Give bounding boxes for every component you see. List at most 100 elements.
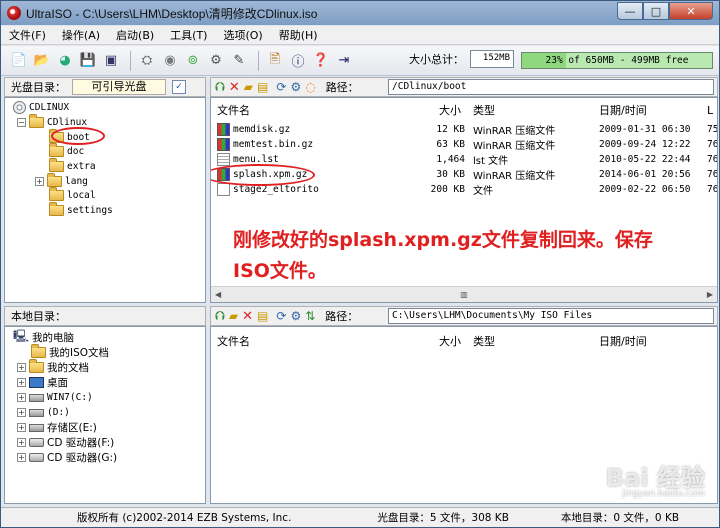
sync-icon[interactable]: ⇅ <box>305 309 315 323</box>
scroll-left-icon[interactable]: ◀ <box>215 290 221 299</box>
delete-icon[interactable]: ✕ <box>229 80 240 95</box>
close-button[interactable]: ✕ <box>669 2 713 20</box>
generic-file-icon <box>217 183 230 196</box>
save-as-icon[interactable]: ▣ <box>101 51 121 71</box>
col-size-header[interactable]: 大小 <box>439 101 461 119</box>
file-row[interactable]: menu.lst 1,464 lst 文件 2010-05-22 22:44 7… <box>217 152 717 167</box>
local-path-field[interactable]: C:\Users\LHM\Documents\My ISO Files <box>388 308 714 324</box>
scroll-right-icon[interactable]: ▶ <box>707 290 713 299</box>
minimize-button[interactable]: — <box>617 2 643 20</box>
col-name-header[interactable]: 文件名 <box>217 332 250 350</box>
tree-item-label: CD 驱动器(F:) <box>47 437 115 449</box>
menu-help[interactable]: 帮助(H) <box>271 27 326 43</box>
tree-item-drive-c[interactable]: + WIN7(C:) <box>17 390 93 405</box>
settings-gear-icon[interactable]: ⚙ <box>290 80 301 94</box>
col-extra-header[interactable]: L <box>707 101 713 119</box>
info-icon[interactable]: ⓘ <box>288 51 308 71</box>
tree-item-local[interactable]: local <box>49 187 96 203</box>
menu-bootable[interactable]: 启动(B) <box>108 27 162 43</box>
file-date: 2014-06-01 20:56 <box>599 169 691 180</box>
tree-item-desktop[interactable]: + 桌面 <box>17 375 68 390</box>
menu-tools[interactable]: 工具(T) <box>162 27 215 43</box>
expand-icon[interactable]: + <box>17 378 26 387</box>
convert-icon[interactable]: ✎ <box>229 51 249 71</box>
expand-icon[interactable]: + <box>17 408 26 417</box>
title-bar[interactable]: UltraISO - C:\Users\LHM\Desktop\清明修改CDli… <box>1 1 719 25</box>
expand-icon[interactable]: + <box>17 438 26 447</box>
col-date-header[interactable]: 日期/时间 <box>599 332 647 350</box>
open-cd-icon[interactable]: ◕ <box>55 51 75 71</box>
extract-icon[interactable]: ⛭ <box>137 51 157 71</box>
capacity-bar[interactable]: 23% of 650MB - 499MB free <box>521 52 713 69</box>
new-folder-icon[interactable]: ▰ <box>244 80 253 94</box>
watermark-text: Bai 经验 <box>605 464 705 492</box>
up-arrow-icon[interactable]: ⮉ <box>215 80 225 95</box>
tree-item-drive-g[interactable]: + CD 驱动器(G:) <box>17 450 117 465</box>
cd-list-hscrollbar[interactable]: ◀ ▥ ▶ <box>211 286 717 302</box>
up-arrow-icon[interactable]: ⮉ <box>215 309 225 324</box>
refresh-icon[interactable]: ⟳ <box>276 80 286 94</box>
expand-icon[interactable]: + <box>17 453 26 462</box>
folder-icon <box>47 173 62 187</box>
tree-item-settings[interactable]: settings <box>49 202 113 218</box>
hard-drive-icon <box>29 423 44 432</box>
file-row[interactable]: stage2_eltorito 200 KB 文件 2009-02-22 06:… <box>217 182 717 197</box>
tree-root[interactable]: CDLINUX <box>13 100 69 115</box>
add-folder-icon[interactable]: ▤ <box>257 80 268 94</box>
tree-item-drive-f[interactable]: + CD 驱动器(F:) <box>17 435 114 450</box>
tree-item-label: (D:) <box>47 407 70 418</box>
tree-item-doc[interactable]: doc <box>49 143 84 159</box>
tree-item-drive-d[interactable]: + (D:) <box>17 405 70 420</box>
col-type-header[interactable]: 类型 <box>473 332 495 350</box>
new-folder-icon[interactable]: ▰ <box>229 309 238 323</box>
tree-item-label: 桌面 <box>47 377 68 389</box>
file-row[interactable]: memdisk.gz 12 KB WinRAR 压缩文件 2009-01-31 … <box>217 122 717 137</box>
col-type-header[interactable]: 类型 <box>473 101 495 119</box>
maximize-button[interactable]: □ <box>643 2 669 20</box>
file-size: 12 KB <box>436 124 465 135</box>
expand-icon[interactable]: + <box>17 363 26 372</box>
tree-item-extra[interactable]: extra <box>49 158 96 174</box>
col-name-header[interactable]: 文件名 <box>217 101 250 119</box>
tree-item-documents[interactable]: + 我的文档 <box>17 359 89 375</box>
boot-type-field[interactable]: 可引导光盘 <box>72 79 166 95</box>
menu-file[interactable]: 文件(F) <box>1 27 54 43</box>
properties-icon[interactable]: 🖹 <box>265 51 285 71</box>
exit-icon[interactable]: ⇥ <box>334 51 354 71</box>
menu-options[interactable]: 选项(O) <box>215 27 270 43</box>
expand-icon[interactable]: + <box>17 393 26 402</box>
tree-root-label: CDLINUX <box>29 102 70 113</box>
menu-actions[interactable]: 操作(A) <box>54 27 108 43</box>
settings-gear-icon[interactable]: ⚙ <box>290 309 301 323</box>
add-folder-icon[interactable]: ▤ <box>257 309 268 323</box>
tree-item-label: WIN7(C:) <box>47 392 93 403</box>
help-icon[interactable]: ❓ <box>311 51 331 71</box>
burn-icon[interactable]: ◌ <box>305 80 315 94</box>
col-date-header[interactable]: 日期/时间 <box>599 101 647 119</box>
desktop-icon <box>29 377 44 388</box>
burn-cd-icon[interactable]: ◉ <box>160 51 180 71</box>
new-file-icon[interactable]: 📄 <box>9 51 29 71</box>
boot-toggle-icon[interactable]: ✓ <box>172 80 186 94</box>
tree-item-my-iso[interactable]: 我的ISO文档 <box>31 344 109 360</box>
tree-item-lang[interactable]: + lang <box>35 173 88 189</box>
file-date: 2009-02-22 06:50 <box>599 184 691 195</box>
tree-item-computer[interactable]: 🖳 我的电脑 <box>13 329 74 345</box>
delete-icon[interactable]: ✕ <box>242 309 253 324</box>
refresh-icon[interactable]: ⟳ <box>276 309 286 323</box>
scroll-thumb-grip-icon[interactable]: ▥ <box>460 290 468 299</box>
file-row[interactable]: memtest.bin.gz 63 KB WinRAR 压缩文件 2009-09… <box>217 137 717 152</box>
collapse-icon[interactable]: − <box>17 118 26 127</box>
expand-icon[interactable]: + <box>35 177 44 186</box>
tree-item-drive-e[interactable]: + 存储区(E:) <box>17 420 97 435</box>
file-date: 2009-01-31 06:30 <box>599 124 691 135</box>
total-size-area: 大小总计： 152MB <box>409 50 514 68</box>
col-size-header[interactable]: 大小 <box>439 332 461 350</box>
expand-icon[interactable]: + <box>17 423 26 432</box>
save-icon[interactable]: 💾 <box>78 51 98 71</box>
cd-path-field[interactable]: /CDlinux/boot <box>388 79 714 95</box>
mount-icon[interactable]: ⊚ <box>183 51 203 71</box>
open-folder-icon[interactable]: 📂 <box>32 51 52 71</box>
compress-icon[interactable]: ⚙ <box>206 51 226 71</box>
file-type: WinRAR 压缩文件 <box>473 126 556 137</box>
